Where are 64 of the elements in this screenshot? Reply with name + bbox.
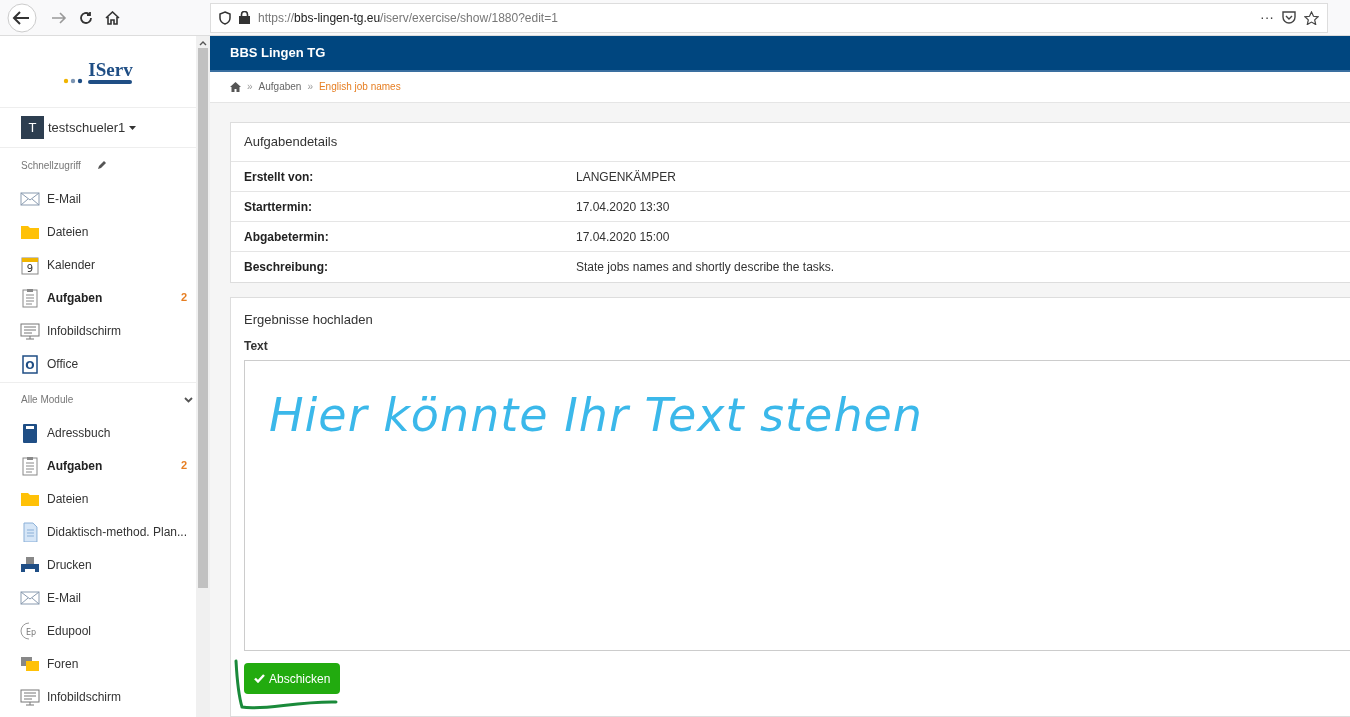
nav-link[interactable]: Dateien: [47, 489, 89, 508]
panel-title: Aufgabendetails: [244, 133, 338, 152]
section-title: Schnellzugriff: [21, 158, 81, 173]
star-icon[interactable]: [1304, 10, 1319, 25]
edit-icon[interactable]: [96, 160, 107, 170]
nav-link[interactable]: E-Mail: [47, 588, 81, 607]
address-bar[interactable]: https://bbs-lingen-tg.eu/iserv/exercise/show/1880?edit=1 ···: [210, 2, 1328, 33]
forward-icon[interactable]: [51, 10, 67, 25]
clipboard-icon: [20, 287, 40, 308]
back-icon[interactable]: [5, 2, 39, 33]
chevron-down-icon[interactable]: [184, 396, 193, 403]
task-count: 2: [180, 458, 187, 474]
nav-link[interactable]: E-Mail: [47, 189, 81, 208]
detail-value: 17.04.2020 15:00: [576, 228, 670, 246]
detail-label: Beschreibung:: [244, 259, 329, 276]
detail-label: Abgabetermin:: [244, 228, 330, 246]
nav-link[interactable]: Edupool: [47, 621, 92, 640]
pocket-icon[interactable]: [1282, 11, 1296, 24]
more-icon[interactable]: ···: [1260, 7, 1274, 28]
user-avatar[interactable]: T: [21, 116, 44, 139]
nav-link[interactable]: Dateien: [47, 222, 89, 241]
caret-icon: [129, 125, 137, 130]
scroll-up-icon[interactable]: [199, 40, 207, 46]
breadcrumb-separator: »: [247, 80, 253, 95]
printer-icon: [20, 554, 40, 575]
iserv-logo[interactable]: IServ: [63, 59, 133, 84]
shield-icon[interactable]: [219, 10, 231, 25]
nav-link[interactable]: Aufgaben: [47, 288, 103, 307]
nav-link[interactable]: Infobildschirm: [47, 321, 122, 340]
scrollbar[interactable]: [196, 36, 210, 717]
nav-link[interactable]: Aufgaben: [47, 456, 103, 475]
site-title[interactable]: BBS Lingen TG: [230, 43, 326, 63]
document-icon: [20, 521, 40, 542]
clipboard-icon: [20, 455, 40, 476]
url-text: https://bbs-lingen-tg.eu/iserv/exercise/show/1880?edit=1: [258, 9, 558, 27]
home-icon[interactable]: [230, 81, 241, 92]
nav-link[interactable]: Didaktisch-method. Plan...: [46, 522, 187, 541]
nav-link[interactable]: Drucken: [47, 555, 92, 574]
nav-link[interactable]: Infobildschirm: [47, 687, 122, 706]
panel-title: Ergebnisse hochladen: [244, 311, 374, 328]
detail-value: 17.04.2020 13:30: [576, 198, 670, 216]
breadcrumb-separator: »: [307, 80, 313, 95]
book-icon: [20, 422, 40, 443]
monitor-icon: [20, 320, 40, 341]
detail-value: State jobs names and shortly describe the tasks.: [576, 259, 835, 276]
reload-icon[interactable]: [79, 10, 93, 25]
detail-label: Erstellt von:: [244, 168, 315, 186]
user-menu[interactable]: testschueler1: [48, 117, 137, 138]
section-title: Alle Module: [21, 393, 74, 407]
lock-icon: [239, 11, 250, 24]
office-icon: O: [20, 353, 40, 374]
nav-link[interactable]: Foren: [47, 654, 79, 673]
task-count: 2: [180, 290, 187, 306]
detail-label: Starttermin:: [244, 198, 313, 216]
nav-link[interactable]: Adressbuch: [47, 423, 111, 442]
breadcrumb-link[interactable]: Aufgaben: [258, 79, 302, 95]
detail-value: LANGENKÄMPER: [576, 168, 677, 186]
monitor-icon: [20, 686, 40, 707]
home-icon[interactable]: [105, 10, 120, 25]
nav-link[interactable]: Kalender: [47, 255, 96, 274]
nav-link[interactable]: Office: [47, 354, 79, 373]
check-icon: [254, 674, 265, 683]
calendar-icon: 9: [20, 254, 40, 275]
field-label: Text: [244, 338, 269, 355]
